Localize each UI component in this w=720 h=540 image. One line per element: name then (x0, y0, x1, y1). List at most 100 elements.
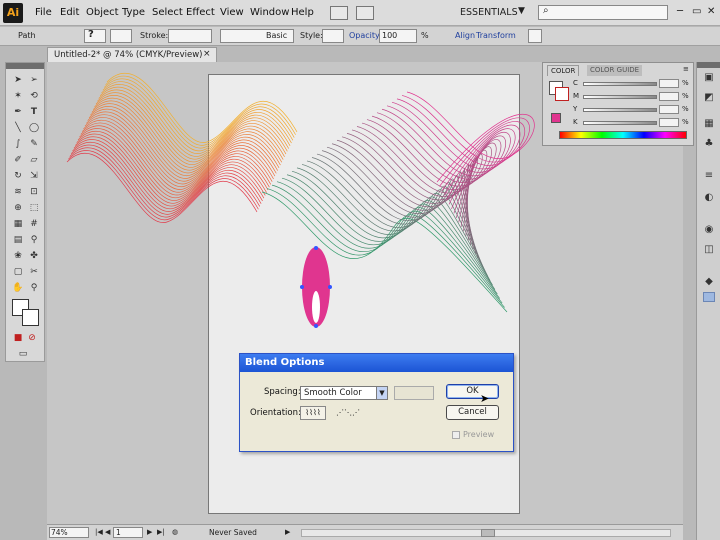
type-tool-icon[interactable]: T (27, 105, 41, 119)
menu-file[interactable]: File (35, 7, 52, 18)
status-arrow-icon[interactable]: ▶ (285, 528, 290, 536)
black-slider[interactable]: K % (571, 118, 691, 128)
menu-view[interactable]: View (220, 7, 244, 18)
menu-object[interactable]: Object (86, 7, 119, 18)
free-transform-tool-icon[interactable]: ⊡ (27, 185, 41, 199)
menu-effect[interactable]: Effect (186, 7, 215, 18)
last-color-swatch[interactable] (551, 113, 561, 123)
scale-tool-icon[interactable]: ⇲ (27, 169, 41, 183)
align-to-page-button[interactable]: ⌇⌇⌇⌇ (300, 406, 326, 420)
menu-select[interactable]: Select (152, 7, 183, 18)
prev-artboard-icon[interactable]: ◀ (105, 528, 110, 536)
chevron-down-icon[interactable]: ▼ (518, 6, 525, 16)
black-field[interactable] (659, 118, 679, 127)
menu-type[interactable]: Type (122, 7, 145, 18)
gradient-panel-icon[interactable]: ◐ (701, 192, 717, 206)
panel-menu-icon[interactable] (528, 29, 542, 43)
menu-edit[interactable]: Edit (60, 7, 79, 18)
tools-panel-header[interactable] (6, 63, 44, 69)
screen-mode-icon[interactable]: ▭ (16, 347, 30, 361)
orange-blend-shape[interactable] (66, 73, 298, 223)
live-paint-tool-icon[interactable]: ⬚ (27, 201, 41, 215)
layers-icon[interactable]: ◆ (701, 276, 717, 290)
magenta-track[interactable] (583, 95, 657, 99)
anchor-point[interactable] (300, 285, 304, 289)
minimize-icon[interactable]: ─ (677, 6, 683, 17)
spacing-select[interactable]: Smooth Color (300, 386, 388, 400)
last-artboard-icon[interactable]: ▶| (157, 528, 165, 536)
horizontal-scroll-thumb[interactable] (481, 529, 495, 537)
document-tab[interactable]: Untitled-2* @ 74% (CMYK/Preview) (47, 47, 217, 62)
none-mode-icon[interactable]: ⊘ (25, 331, 39, 345)
spacing-value-field[interactable] (394, 386, 434, 400)
arrange-documents-icon[interactable] (356, 6, 374, 20)
anchor-point[interactable] (314, 324, 318, 328)
eyedropper-tool-icon[interactable]: ⚲ (27, 233, 41, 247)
ok-button[interactable]: OK (446, 384, 499, 399)
warp-tool-icon[interactable]: ≋ (11, 185, 25, 199)
graphic-style-select[interactable] (322, 29, 344, 43)
direct-selection-tool-icon[interactable]: ➢ (27, 73, 41, 87)
tab-color[interactable]: COLOR (547, 65, 580, 76)
graphic-styles-icon[interactable]: ◫ (701, 244, 717, 258)
symbol-sprayer-tool-icon[interactable]: ✤ (27, 249, 41, 263)
anchor-point[interactable] (328, 285, 332, 289)
color-guide-icon[interactable]: ◩ (701, 92, 717, 106)
blob-brush-tool-icon[interactable]: ✐ (11, 153, 25, 167)
stroke-panel-icon[interactable]: ≡ (701, 170, 717, 184)
stroke-swatch[interactable] (555, 87, 569, 101)
slice-tool-icon[interactable]: ✂ (27, 265, 41, 279)
black-track[interactable] (583, 121, 657, 125)
dock-header[interactable] (697, 62, 720, 68)
anchor-point[interactable] (314, 246, 318, 250)
workspace-switcher[interactable]: ESSENTIALS (460, 7, 518, 18)
close-icon[interactable]: ✕ (707, 6, 715, 17)
yellow-field[interactable] (659, 105, 679, 114)
tab-color-guide[interactable]: COLOR GUIDE (587, 65, 643, 76)
paintbrush-tool-icon[interactable]: ∫ (11, 137, 25, 151)
cyan-track[interactable] (583, 82, 657, 86)
line-tool-icon[interactable]: ╲ (11, 121, 25, 135)
stroke-color-box[interactable] (22, 309, 39, 326)
status-menu-icon[interactable]: ◍ (172, 528, 178, 536)
yellow-track[interactable] (583, 108, 657, 112)
pink-blend-shape[interactable] (300, 246, 332, 328)
gradient-tool-icon[interactable]: ▤ (11, 233, 25, 247)
dialog-title[interactable]: Blend Options (240, 354, 513, 372)
panel-options-icon[interactable]: ≡ (683, 65, 689, 73)
selection-tool-icon[interactable]: ➤ (11, 73, 25, 87)
next-artboard-icon[interactable]: ▶ (147, 528, 152, 536)
color-spectrum[interactable] (559, 131, 687, 139)
pen-tool-icon[interactable]: ✒ (11, 105, 25, 119)
maximize-icon[interactable]: ▭ (692, 6, 701, 17)
first-artboard-icon[interactable]: |◀ (95, 528, 103, 536)
opacity-label[interactable]: Opacity: (349, 31, 382, 40)
preview-checkbox[interactable] (452, 431, 460, 439)
menu-help[interactable]: Help (291, 7, 314, 18)
eraser-tool-icon[interactable]: ▱ (27, 153, 41, 167)
menu-window[interactable]: Window (250, 7, 289, 18)
zoom-tool-icon[interactable]: ⚲ (27, 281, 41, 295)
cyan-slider[interactable]: C % (571, 79, 691, 89)
artboard-tool-icon[interactable]: ▢ (11, 265, 25, 279)
align-to-path-button[interactable]: ⋰⋱⋰ (335, 406, 361, 420)
shape-builder-tool-icon[interactable]: ⊕ (11, 201, 25, 215)
perspective-grid-tool-icon[interactable]: ▦ (11, 217, 25, 231)
vertical-scroll-thumb[interactable] (703, 292, 715, 302)
color-panel-icon[interactable]: ▣ (701, 72, 717, 86)
align-link[interactable]: Align (455, 31, 475, 40)
pencil-tool-icon[interactable]: ✎ (27, 137, 41, 151)
magic-wand-tool-icon[interactable]: ✶ (11, 89, 25, 103)
search-input[interactable] (538, 5, 668, 20)
hand-tool-icon[interactable]: ✋ (11, 281, 25, 295)
appearance-icon[interactable]: ◉ (701, 224, 717, 238)
lasso-tool-icon[interactable]: ⟲ (27, 89, 41, 103)
cancel-button[interactable]: Cancel (446, 405, 499, 420)
swatches-icon[interactable]: ▦ (701, 118, 717, 132)
stroke-weight-field[interactable] (168, 29, 212, 43)
white-ellipse[interactable] (312, 291, 320, 323)
mesh-tool-icon[interactable]: # (27, 217, 41, 231)
transform-link[interactable]: Transform (476, 31, 516, 40)
brushes-icon[interactable]: ♣ (701, 138, 717, 152)
bridge-icon[interactable] (330, 6, 348, 20)
